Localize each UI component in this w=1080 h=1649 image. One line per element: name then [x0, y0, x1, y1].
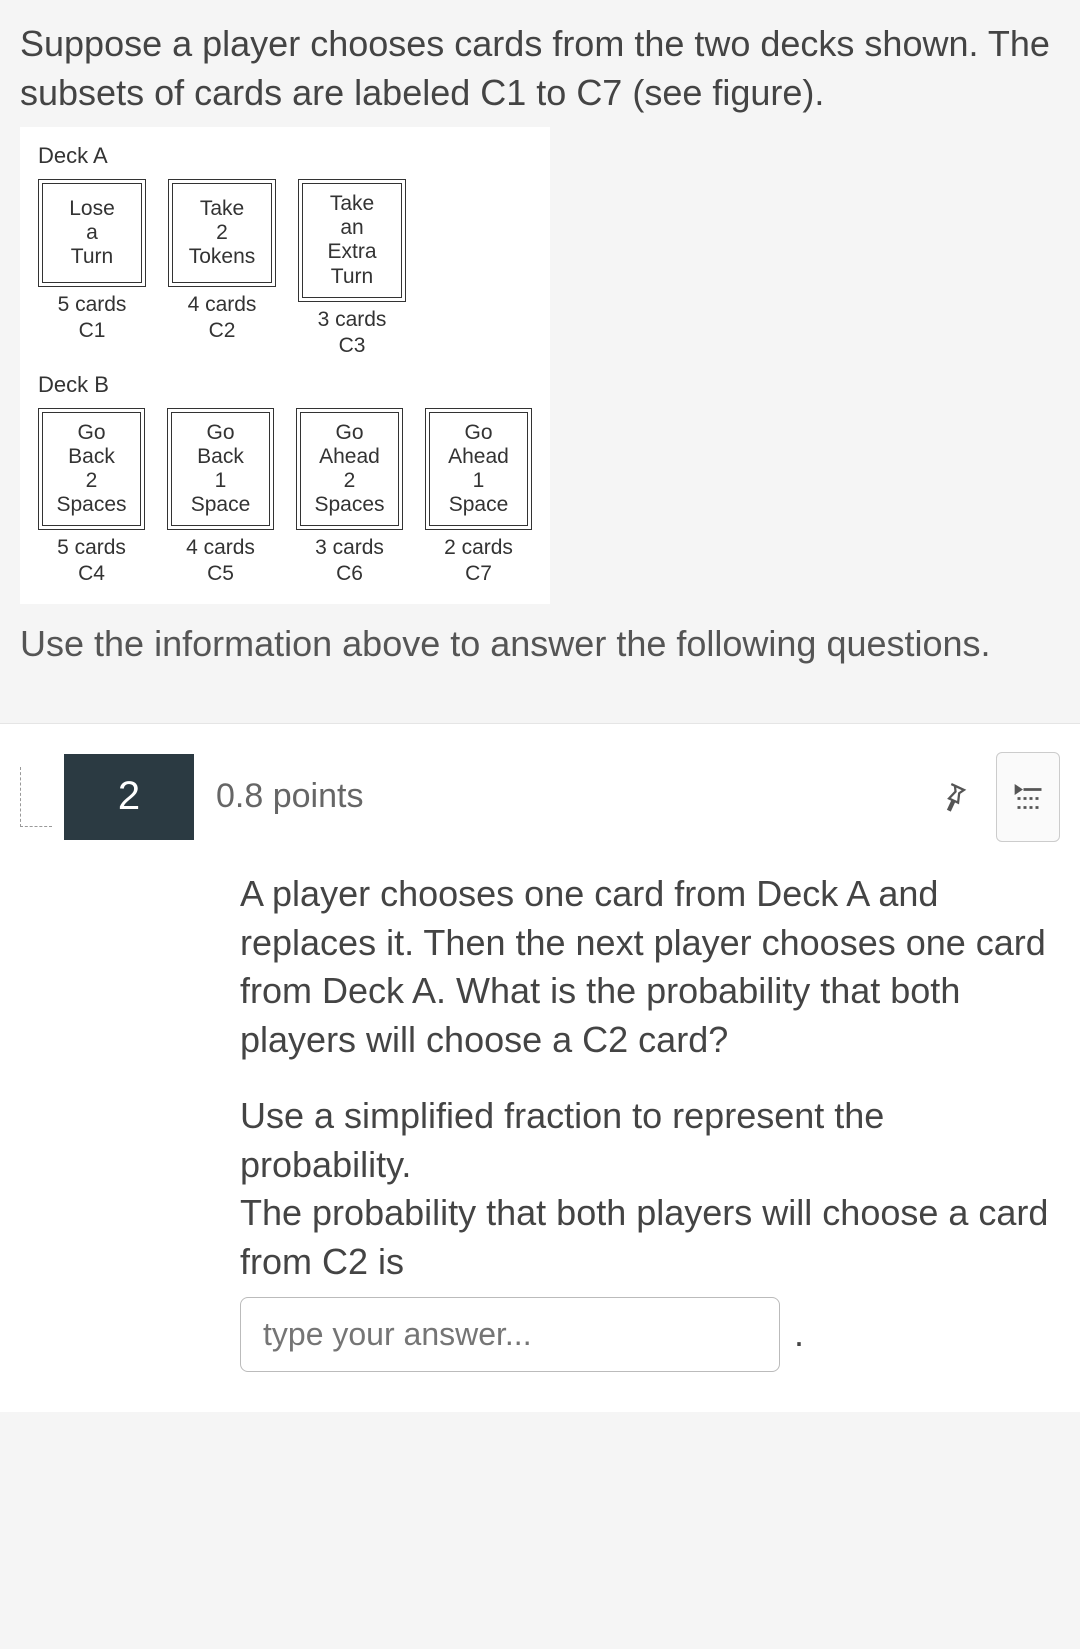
card-column: TakeanExtraTurn 3 cardsC3 [298, 179, 406, 358]
card-text: GoAhead1Space [429, 412, 528, 527]
pin-icon[interactable] [924, 768, 982, 826]
question-para-2: Use a simplified fraction to represent t… [240, 1095, 884, 1185]
drag-handle-icon[interactable] [20, 767, 52, 827]
deck-b-label: Deck B [38, 372, 532, 398]
question-para-1: A player chooses one card from Deck A an… [240, 870, 1060, 1064]
trailing-period: . [794, 1310, 804, 1359]
intro-text: Suppose a player chooses cards from the … [20, 20, 1060, 117]
card-text: GoBack1Space [171, 412, 270, 527]
playing-card: LoseaTurn [38, 179, 146, 287]
card-count: 3 cards [315, 536, 384, 560]
card-count: 2 cards [444, 536, 513, 560]
playing-card: GoBack2Spaces [38, 408, 145, 531]
card-id: C6 [336, 562, 363, 586]
card-id: C4 [78, 562, 105, 586]
playing-card: TakeanExtraTurn [298, 179, 406, 302]
card-column: GoAhead2Spaces 3 cardsC6 [296, 408, 403, 587]
card-id: C2 [209, 319, 236, 343]
card-count: 3 cards [318, 308, 387, 332]
card-id: C7 [465, 562, 492, 586]
card-count: 4 cards [186, 536, 255, 560]
question-points: 0.8 points [216, 777, 924, 816]
card-text: GoAhead2Spaces [300, 412, 399, 527]
list-icon[interactable] [996, 752, 1060, 842]
question-block: 2 0.8 points A player chooses one card f… [0, 723, 1080, 1412]
answer-input[interactable] [240, 1297, 780, 1372]
card-count: 5 cards [57, 536, 126, 560]
card-text: Take2Tokens [172, 183, 272, 283]
card-column: GoBack2Spaces 5 cardsC4 [38, 408, 145, 587]
card-id: C1 [79, 319, 106, 343]
post-figure-text: Use the information above to answer the … [20, 620, 1060, 693]
card-column: Take2Tokens 4 cardsC2 [168, 179, 276, 358]
card-text: TakeanExtraTurn [302, 183, 402, 298]
card-column: GoAhead1Space 2 cardsC7 [425, 408, 532, 587]
card-text: GoBack2Spaces [42, 412, 141, 527]
card-column: GoBack1Space 4 cardsC5 [167, 408, 274, 587]
playing-card: GoAhead2Spaces [296, 408, 403, 531]
card-id: C3 [339, 334, 366, 358]
question-para-3: The probability that both players will c… [240, 1192, 1048, 1282]
playing-card: GoAhead1Space [425, 408, 532, 531]
card-column: LoseaTurn 5 cardsC1 [38, 179, 146, 358]
card-count: 5 cards [58, 293, 127, 317]
card-count: 4 cards [188, 293, 257, 317]
card-id: C5 [207, 562, 234, 586]
playing-card: Take2Tokens [168, 179, 276, 287]
question-number: 2 [64, 754, 194, 840]
card-text: LoseaTurn [42, 183, 142, 283]
deck-a-label: Deck A [38, 143, 532, 169]
deck-figure: Deck A LoseaTurn5 cardsC1Take2Tokens4 ca… [20, 127, 550, 604]
playing-card: GoBack1Space [167, 408, 274, 531]
